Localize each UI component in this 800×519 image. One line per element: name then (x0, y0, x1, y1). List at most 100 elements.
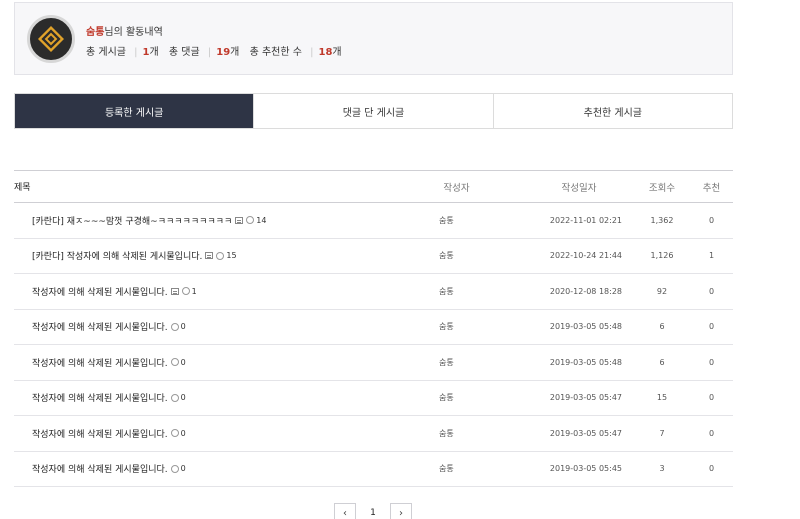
table-row[interactable]: 작성자에 의해 삭제된 게시물입니다. 0 숨통 2019-03-05 05:48 6 0 (14, 310, 733, 345)
divider: | (310, 47, 314, 58)
comment-count: 15 (226, 251, 237, 261)
post-date: 2019-03-05 05:48 (549, 357, 622, 367)
posts-label: 총 게시글 (86, 47, 126, 58)
comment-count: 0 (180, 428, 186, 438)
unit: 개 (230, 47, 240, 58)
comment-icon (170, 429, 179, 438)
table-row[interactable]: 작성자에 의해 삭제된 게시물입니다. 0 숨통 2019-03-05 05:47 15… (14, 381, 733, 416)
table-row[interactable]: [카란다] 작성자에 의해 삭제된 게시물입니다. 15 숨통 2022-10-24 … (14, 239, 733, 274)
image-attached-icon (205, 252, 214, 260)
post-recommends: 0 (708, 215, 715, 225)
table-row[interactable]: [카란다] 재ㅈ~~~맘껏 구경해~ㅋㅋㅋㅋㅋㅋㅋㅋㅋ 14 숨통 2022-11-0… (14, 203, 733, 239)
post-views: 1,126 (650, 251, 674, 261)
tab-recommended-posts[interactable]: 추천한 게시글 (493, 94, 732, 128)
post-recommends: 0 (708, 464, 715, 474)
post-recommends: 0 (708, 286, 715, 296)
prev-page-button[interactable]: ‹ (334, 503, 356, 519)
comment-count: 1 (191, 286, 197, 296)
post-author[interactable]: 숨통 (414, 428, 484, 439)
post-date: 2019-03-05 05:47 (549, 428, 622, 438)
post-recommends: 0 (708, 357, 715, 367)
post-title-link[interactable]: 작성자에 의해 삭제된 게시물입니다. (32, 320, 168, 333)
post-date: 2019-03-05 05:45 (549, 464, 622, 474)
header-recommend: 추천 (702, 182, 721, 194)
header-views: 조회수 (648, 182, 676, 194)
table-row[interactable]: 작성자에 의해 삭제된 게시물입니다. 0 숨통 2019-03-05 05:48 6 0 (14, 345, 733, 381)
header-author: 작성자 (443, 182, 470, 194)
post-title-cell[interactable]: 작성자에 의해 삭제된 게시물입니다. 0 (14, 356, 414, 369)
post-views: 15 (656, 393, 668, 403)
post-title-cell[interactable]: [카란다] 작성자에 의해 삭제된 게시물입니다. 15 (14, 249, 414, 262)
profile-nickname: 숨통 (86, 27, 105, 38)
post-title-cell[interactable]: [카란다] 재ㅈ~~~맘껏 구경해~ㅋㅋㅋㅋㅋㅋㅋㅋㅋ 14 (14, 214, 414, 227)
table-row[interactable]: 작성자에 의해 삭제된 게시물입니다. 0 숨통 2019-03-05 05:47 7 0 (14, 416, 733, 452)
post-title-cell[interactable]: 작성자에 의해 삭제된 게시물입니다. 1 (14, 285, 414, 298)
post-author[interactable]: 숨통 (414, 250, 484, 261)
post-author[interactable]: 숨통 (414, 357, 484, 368)
table-row[interactable]: 작성자에 의해 삭제된 게시물입니다. 0 숨통 2019-03-05 05:45 3 0 (14, 452, 733, 487)
avatar (27, 15, 75, 63)
post-views: 7 (659, 428, 665, 438)
comment-count: 0 (180, 322, 186, 332)
profile-title: 숨통님의 활동내역 (86, 23, 163, 38)
table-row[interactable]: 작성자에 의해 삭제된 게시물입니다. 1 숨통 2020-12-08 18:28 92… (14, 274, 733, 310)
post-recommends: 1 (708, 251, 715, 261)
post-title-link[interactable]: 작성자에 의해 삭제된 게시물입니다. (32, 285, 168, 298)
tab-commented-posts[interactable]: 댓글 단 게시글 (254, 94, 494, 128)
post-title-link[interactable]: [카란다] 작성자에 의해 삭제된 게시물입니다. (32, 249, 202, 262)
post-author[interactable]: 숨통 (414, 321, 484, 332)
diamond-logo-icon (38, 26, 64, 52)
comment-icon (246, 216, 255, 225)
tab-registered-posts[interactable]: 등록한 게시글 (15, 94, 255, 128)
post-title-cell[interactable]: 작성자에 의해 삭제된 게시물입니다. 0 (14, 462, 414, 475)
current-page[interactable]: 1 (362, 503, 384, 519)
profile-stats: 총 게시글 | 1개 총 댓글 | 19개 총 추천한 수 | 18개 (86, 43, 342, 58)
comments-count: 19 (216, 47, 231, 58)
comment-count: 0 (180, 464, 186, 474)
post-date: 2022-10-24 21:44 (549, 251, 622, 261)
post-title-link[interactable]: 작성자에 의해 삭제된 게시물입니다. (32, 427, 168, 440)
post-title-link[interactable]: [카란다] 재ㅈ~~~맘껏 구경해~ㅋㅋㅋㅋㅋㅋㅋㅋㅋ (32, 214, 232, 227)
image-attached-icon (170, 287, 179, 295)
activity-tabs: 등록한 게시글 댓글 단 게시글 추천한 게시글 (14, 93, 733, 129)
post-views: 6 (659, 322, 665, 332)
comment-icon (216, 251, 225, 260)
post-title-link[interactable]: 작성자에 의해 삭제된 게시물입니다. (32, 356, 168, 369)
divider: | (134, 47, 138, 58)
post-title-link[interactable]: 작성자에 의해 삭제된 게시물입니다. (32, 391, 168, 404)
comment-icon (170, 322, 179, 331)
comment-icon (170, 358, 179, 367)
comments-label: 총 댓글 (168, 47, 200, 58)
post-views: 92 (656, 286, 668, 296)
pagination: ‹ 1 › (334, 503, 412, 519)
post-date: 2019-03-05 05:48 (549, 322, 622, 332)
header-date: 작성일자 (561, 182, 597, 194)
post-date: 2022-11-01 02:21 (549, 215, 622, 225)
post-title-cell[interactable]: 작성자에 의해 삭제된 게시물입니다. 0 (14, 320, 414, 333)
header-title: 제목 (14, 183, 31, 193)
post-date: 2020-12-08 18:28 (549, 286, 622, 296)
post-recommends: 0 (708, 428, 715, 438)
post-author[interactable]: 숨통 (414, 215, 484, 226)
post-author[interactable]: 숨통 (414, 463, 484, 474)
comment-icon (170, 393, 179, 402)
post-views: 3 (659, 464, 665, 474)
table-header: 제목 작성자 작성일자 조회수 추천 (14, 171, 733, 203)
post-views: 6 (659, 357, 665, 367)
post-date: 2019-03-05 05:47 (549, 393, 622, 403)
post-author[interactable]: 숨통 (414, 392, 484, 403)
next-page-button[interactable]: › (390, 503, 412, 519)
post-title-cell[interactable]: 작성자에 의해 삭제된 게시물입니다. 0 (14, 391, 414, 404)
post-recommends: 0 (708, 322, 715, 332)
recommends-label: 총 추천한 수 (249, 47, 302, 58)
post-title-cell[interactable]: 작성자에 의해 삭제된 게시물입니다. 0 (14, 427, 414, 440)
profile-summary: 숨통님의 활동내역 총 게시글 | 1개 총 댓글 | 19개 총 추천한 수 | 1… (14, 2, 733, 75)
post-recommends: 0 (708, 393, 715, 403)
post-author[interactable]: 숨통 (414, 286, 484, 297)
post-title-link[interactable]: 작성자에 의해 삭제된 게시물입니다. (32, 462, 168, 475)
comment-count: 14 (256, 215, 267, 225)
recommends-count: 18 (318, 47, 333, 58)
unit: 개 (149, 47, 159, 58)
posts-table: 제목 작성자 작성일자 조회수 추천 [카란다] 재ㅈ~~~맘껏 구경해~ㅋㅋㅋ… (14, 170, 733, 487)
comment-count: 0 (180, 393, 186, 403)
